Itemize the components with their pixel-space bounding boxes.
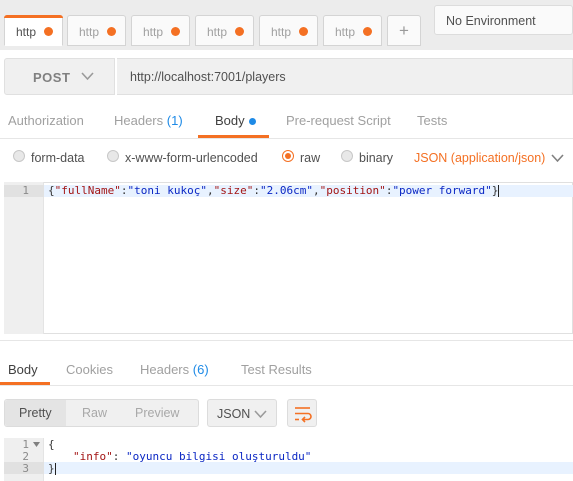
unsaved-dot-icon — [171, 27, 180, 36]
request-tab-label: http — [271, 25, 292, 39]
code-token: { — [48, 184, 55, 197]
request-tab-label: http — [79, 25, 100, 39]
response-code-line: "info": "oyuncu bilgisi oluşturuldu" — [73, 450, 312, 463]
raw-button[interactable]: Raw — [82, 406, 107, 420]
text-cursor — [498, 185, 500, 197]
json-key: "size" — [213, 184, 254, 197]
code-token: { — [48, 438, 55, 451]
unsaved-dot-icon — [235, 27, 244, 36]
radio-form-data-label[interactable]: form-data — [31, 151, 85, 165]
tab-prerequest-script[interactable]: Pre-request Script — [286, 113, 391, 128]
divider — [0, 138, 573, 139]
wrap-lines-button[interactable] — [287, 399, 317, 427]
headers-count-badge: (1) — [166, 113, 183, 128]
response-headers-count-badge: (6) — [192, 362, 209, 377]
chevron-down-icon — [81, 72, 94, 81]
request-body-code-line[interactable]: {"fullName":"toni kukoç","size":"2.06cm"… — [48, 184, 500, 197]
fold-arrow-icon[interactable] — [33, 442, 40, 448]
wrap-lines-icon — [295, 407, 312, 423]
http-method-label: POST — [33, 70, 71, 85]
response-format-dropdown[interactable]: JSON — [207, 399, 277, 427]
code-token: } — [491, 184, 499, 197]
json-string: "oyuncu bilgisi oluşturuldu" — [126, 450, 312, 463]
response-format-label: JSON — [217, 407, 251, 421]
url-input-value: http://localhost:7001/players — [130, 70, 286, 84]
response-tab-headers[interactable]: Headers (6) — [140, 362, 209, 377]
request-tab-3[interactable]: http — [131, 15, 190, 46]
tab-tests[interactable]: Tests — [417, 113, 447, 128]
body-modified-dot-icon — [249, 118, 256, 125]
radio-urlencoded[interactable] — [107, 150, 119, 162]
unsaved-dot-icon — [363, 27, 372, 36]
request-tab-label: http — [335, 25, 356, 39]
editor-gutter — [4, 182, 44, 334]
unsaved-dot-icon — [107, 27, 116, 36]
response-tab-body[interactable]: Body — [8, 362, 38, 377]
chevron-down-icon — [254, 410, 267, 419]
pretty-button[interactable]: Pretty — [19, 406, 52, 420]
request-tab-4[interactable]: http — [195, 15, 254, 46]
active-line-highlight — [44, 462, 573, 474]
request-tab-6[interactable]: http — [323, 15, 382, 46]
request-tab-2[interactable]: http — [67, 15, 126, 46]
json-key: "info" — [73, 450, 113, 463]
request-tab-5[interactable]: http — [259, 15, 318, 46]
response-tab-cookies[interactable]: Cookies — [66, 362, 113, 377]
json-string: "power forward" — [392, 184, 492, 197]
unsaved-dot-icon — [44, 27, 53, 36]
response-tab-headers-label: Headers — [140, 362, 190, 377]
tab-headers-label: Headers — [114, 113, 164, 128]
code-token: } — [48, 462, 55, 475]
json-string: "2.06cm" — [259, 184, 313, 197]
content-type-dropdown[interactable]: JSON (application/json) — [414, 151, 545, 165]
radio-form-data[interactable] — [13, 150, 25, 162]
radio-raw-label[interactable]: raw — [300, 151, 320, 165]
response-tab-test-results[interactable]: Test Results — [241, 362, 312, 377]
environment-selected-label: No Environment — [446, 14, 536, 28]
radio-raw[interactable] — [282, 150, 294, 162]
chevron-down-icon[interactable] — [551, 153, 564, 163]
request-tab-1[interactable]: http — [4, 15, 63, 46]
json-string: "toni kukoç" — [127, 184, 207, 197]
divider — [0, 385, 573, 386]
response-code-line: } — [48, 463, 56, 475]
text-cursor — [54, 463, 56, 475]
json-key: "fullName" — [54, 184, 121, 197]
radio-binary[interactable] — [341, 150, 353, 162]
request-tab-label: http — [207, 25, 228, 39]
line-number: 1 — [22, 184, 29, 197]
divider — [0, 340, 573, 341]
radio-binary-label[interactable]: binary — [359, 151, 393, 165]
tab-body[interactable]: Body — [215, 113, 245, 128]
http-method-dropdown[interactable]: POST — [4, 58, 115, 95]
active-tab-accent — [4, 15, 63, 18]
line-number: 3 — [22, 462, 29, 475]
environment-selector[interactable]: No Environment — [434, 5, 573, 35]
tab-authorization[interactable]: Authorization — [8, 113, 84, 128]
url-input[interactable]: http://localhost:7001/players — [117, 58, 573, 95]
add-tab-button[interactable]: + — [387, 15, 421, 46]
request-body-editor[interactable] — [4, 182, 573, 334]
unsaved-dot-icon — [299, 27, 308, 36]
radio-urlencoded-label[interactable]: x-www-form-urlencoded — [125, 151, 258, 165]
request-tab-label: http — [16, 25, 37, 39]
tab-headers[interactable]: Headers (1) — [114, 113, 183, 128]
request-tab-label: http — [143, 25, 164, 39]
json-key: "position" — [319, 184, 386, 197]
preview-button[interactable]: Preview — [135, 406, 179, 420]
